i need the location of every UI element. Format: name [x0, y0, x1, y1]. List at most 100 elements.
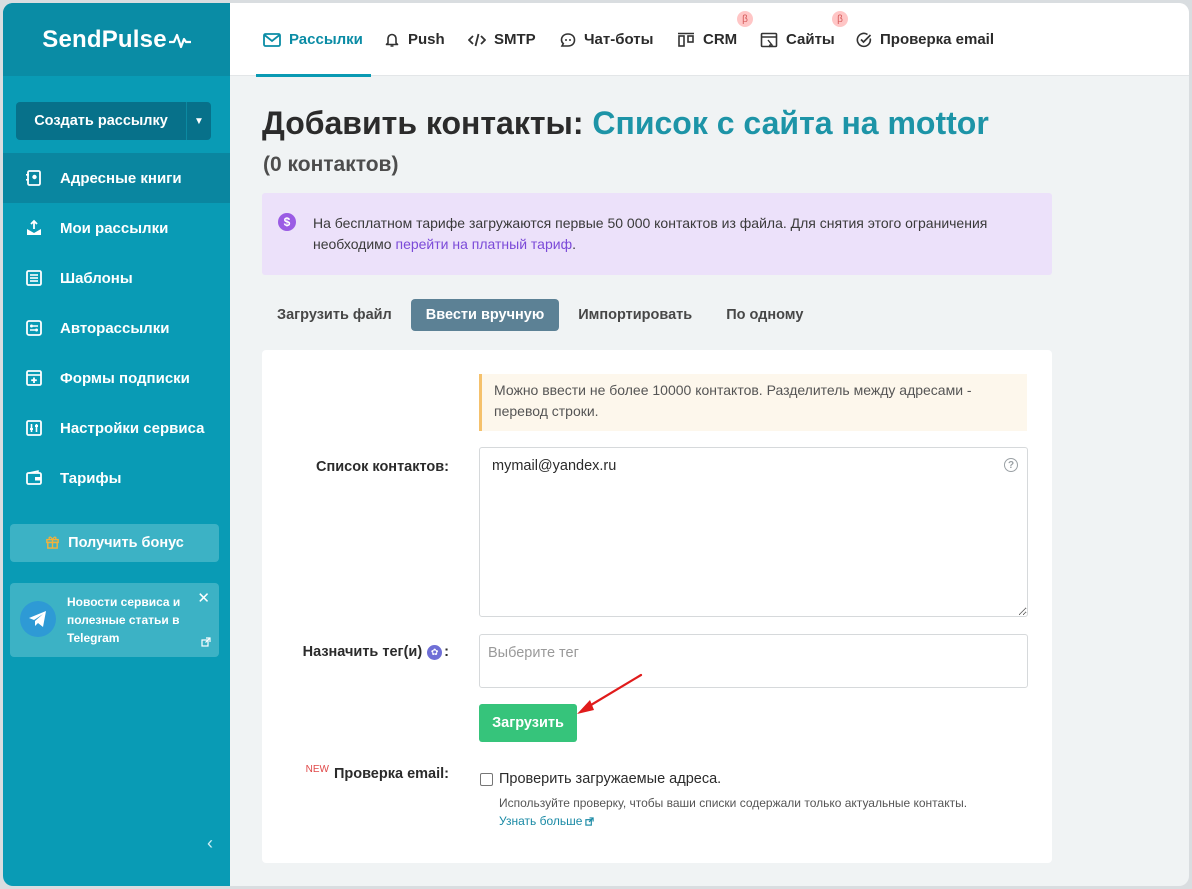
contacts-textarea[interactable]: mymail@yandex.ru [479, 447, 1028, 617]
create-mailing-dropdown[interactable]: ▼ [187, 102, 211, 140]
tab-one-by-one[interactable]: По одному [711, 299, 818, 331]
check-icon [856, 32, 872, 48]
sidebar: SendPulse Создать рассылку ▼ Адресные кн… [3, 3, 230, 886]
sidebar-item-forms[interactable]: Формы подписки [3, 353, 230, 403]
sidebar-item-label: Адресные книги [60, 169, 182, 187]
external-link-icon [585, 816, 595, 826]
logo-area[interactable]: SendPulse [3, 3, 230, 76]
external-link-icon [201, 634, 211, 652]
tab-label: Push [408, 31, 445, 48]
sidebar-item-settings[interactable]: Настройки сервиса [3, 403, 230, 453]
tab-label: Сайты [786, 31, 835, 48]
upload-method-tabs: Загрузить файл Ввести вручную Импортиров… [262, 299, 822, 331]
tab-manual-entry[interactable]: Ввести вручную [410, 299, 560, 331]
notice-end: . [572, 236, 576, 252]
sidebar-item-label: Настройки сервиса [60, 419, 205, 437]
crm-beta-badge: β [737, 11, 753, 27]
notice-text: На бесплатном тарифе загружаются первые … [313, 213, 1013, 255]
tab-mailings[interactable]: Рассылки [256, 3, 371, 77]
sites-beta-badge: β [832, 11, 848, 27]
limit-hint: Можно ввести не более 10000 контактов. Р… [479, 374, 1027, 431]
mail-icon [263, 32, 281, 47]
page-title: Добавить контакты: Список с сайта на mot… [262, 105, 989, 142]
upgrade-plan-link[interactable]: перейти на платный тариф [395, 236, 572, 252]
logo[interactable]: SendPulse [42, 26, 191, 54]
assign-tags-text: Назначить тег(и) [302, 644, 423, 660]
tab-push[interactable]: Push [384, 3, 445, 76]
verify-addresses-checkbox[interactable] [480, 773, 493, 786]
automation-icon [24, 318, 44, 338]
gift-icon [45, 534, 60, 553]
create-mailing-label[interactable]: Создать рассылку [16, 102, 187, 140]
forms-icon [24, 368, 44, 388]
site-icon [760, 32, 778, 48]
address-book-icon [24, 168, 44, 188]
pulse-icon [168, 33, 191, 48]
sidebar-item-label: Мои рассылки [60, 219, 169, 237]
page-title-list-name[interactable]: Список с сайта на mottor [592, 105, 988, 141]
new-badge: NEW [305, 763, 329, 775]
tab-label: SMTP [494, 31, 536, 48]
contacts-list-label: Список контактов: [316, 459, 449, 475]
sidebar-item-tariffs[interactable]: Тарифы [3, 453, 230, 503]
dollar-icon: $ [278, 213, 296, 231]
sidebar-nav: Адресные книги Мои рассылки Шаблоны Авто… [3, 153, 230, 503]
tab-smtp[interactable]: SMTP [468, 3, 536, 76]
email-verification-text: Проверка email: [333, 766, 449, 782]
mailings-icon [24, 218, 44, 238]
sidebar-item-my-mailings[interactable]: Мои рассылки [3, 203, 230, 253]
templates-icon [24, 268, 44, 288]
get-bonus-button[interactable]: Получить бонус [10, 524, 219, 562]
sidebar-item-label: Формы подписки [60, 369, 190, 387]
top-navigation: Рассылки Push SMTP Чат-боты CRM β Сайты … [230, 3, 1189, 77]
tab-import[interactable]: Импортировать [563, 299, 707, 331]
assign-tags-colon: : [444, 644, 449, 660]
tag-select-placeholder: Выберите тег [488, 645, 579, 661]
crm-icon [677, 32, 695, 48]
tab-label: Чат-боты [584, 31, 654, 48]
collapse-sidebar-icon[interactable]: ‹ [207, 833, 213, 854]
close-icon[interactable]: ✕ [197, 589, 210, 607]
email-verification-label: NEW Проверка email: [305, 763, 449, 783]
sidebar-item-address-books[interactable]: Адресные книги [3, 153, 230, 203]
verify-addresses-label[interactable]: Проверить загружаемые адреса. [499, 771, 721, 787]
app-window: SendPulse Создать рассылку ▼ Адресные кн… [3, 3, 1189, 886]
wallet-icon [24, 468, 44, 488]
tab-label: Проверка email [880, 31, 995, 48]
verify-description: Используйте проверку, чтобы ваши списки … [499, 796, 968, 810]
bell-icon [384, 32, 400, 48]
telegram-card-text: Новости сервиса и полезные статьи в Tele… [67, 595, 181, 645]
tab-crm[interactable]: CRM [677, 3, 737, 76]
tab-upload-file[interactable]: Загрузить файл [262, 299, 407, 331]
sidebar-item-automation[interactable]: Авторассылки [3, 303, 230, 353]
page-title-prefix: Добавить контакты: [262, 105, 584, 141]
assign-tags-label: Назначить тег(и) ✿ : [303, 644, 449, 660]
learn-more-text: Узнать больше [499, 814, 583, 828]
tab-label: Рассылки [289, 31, 363, 48]
create-mailing-button[interactable]: Создать рассылку ▼ [16, 102, 211, 140]
sidebar-item-label: Шаблоны [60, 269, 133, 287]
tag-info-icon[interactable]: ✿ [427, 644, 443, 660]
caret-down-icon: ▼ [194, 115, 204, 127]
free-plan-notice: $ На бесплатном тарифе загружаются первы… [262, 193, 1052, 275]
learn-more-link[interactable]: Узнать больше [499, 814, 595, 828]
chat-icon [560, 32, 576, 48]
manual-entry-form: Можно ввести не более 10000 контактов. Р… [262, 350, 1052, 863]
logo-text: SendPulse [42, 25, 167, 53]
code-icon [468, 33, 486, 47]
help-icon[interactable]: ? [1004, 458, 1018, 472]
telegram-icon [20, 601, 56, 637]
telegram-card[interactable]: Новости сервиса и полезные статьи в Tele… [10, 583, 219, 657]
contacts-count: (0 контактов) [263, 153, 399, 176]
sidebar-item-templates[interactable]: Шаблоны [3, 253, 230, 303]
sidebar-item-label: Авторассылки [60, 319, 170, 337]
settings-icon [24, 418, 44, 438]
get-bonus-label: Получить бонус [68, 535, 184, 551]
tab-chatbots[interactable]: Чат-боты [560, 3, 653, 76]
tab-label: CRM [703, 31, 738, 48]
sidebar-item-label: Тарифы [60, 469, 122, 487]
tag-select-input[interactable]: Выберите тег [479, 634, 1028, 688]
upload-button[interactable]: Загрузить [479, 704, 577, 742]
tab-sites[interactable]: Сайты [760, 3, 835, 76]
tab-email-verification[interactable]: Проверка email [856, 3, 994, 76]
